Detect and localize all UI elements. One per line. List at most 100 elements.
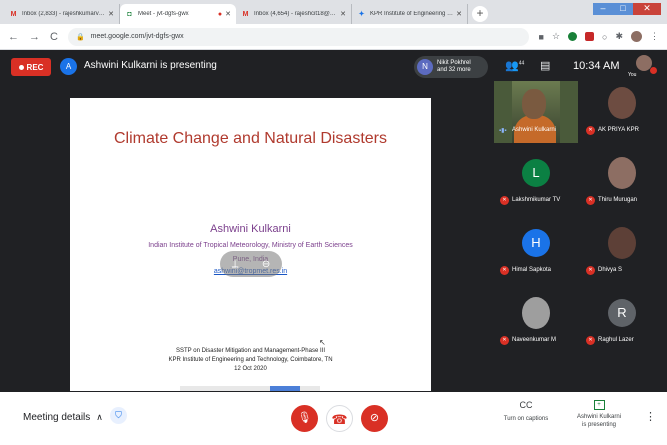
browser-tab-kpr[interactable]: ✦ KPR Institute of Engineering and ✕ [352,4,468,24]
extension-o-icon[interactable]: ○ [602,32,607,42]
participant-name: Thiru Murugan [598,197,638,203]
tab-title: KPR Institute of Engineering and [370,11,454,17]
rec-label: REC [26,62,44,72]
participant-avatar: L [522,159,550,187]
people-button[interactable]: 👥44 [505,59,524,72]
participant-name: Naveenkumar M [512,337,557,343]
close-tab-icon[interactable]: ✕ [108,10,114,18]
meeting-details-button[interactable]: Meeting details ∧ [23,412,103,423]
present-screen-icon: + [593,400,605,410]
mouse-cursor-icon: ↖ [319,338,326,347]
event-line1: SSTP on Disaster Mitigation and Manageme… [176,348,325,354]
more-options-icon[interactable]: ⋮ [645,410,656,423]
address-bar[interactable]: 🔒 meet.google.com/jvt-dgfs-gwx [67,27,529,46]
participant-photo [608,227,636,259]
puzzle-icon[interactable]: ✱ [615,31,623,42]
browser-tab-meet[interactable]: ◘ Meet - jvt-dgfs-gwx ● ✕ [120,4,236,24]
event-date: 12 Oct 2020 [234,366,267,372]
self-label: You [628,72,637,78]
participant-tile[interactable]: H ✕ Himal Sapkota [494,221,578,283]
mic-off-icon: ✕ [586,196,595,205]
meet-stage: REC A Ashwini Kulkarni is presenting N N… [0,51,667,392]
minimize-presentation-icon[interactable]: ⊖ [262,259,270,270]
event-line2: KPR Institute of Engineering and Technol… [168,357,333,363]
minimize-button[interactable]: – [593,3,613,15]
browser-tab-gmail-1[interactable]: M Inbox (2,833) - rajeshkumarv@k ✕ [4,4,120,24]
people-icon: 👥 [505,60,519,72]
captions-button[interactable]: CC Turn on captions [495,400,557,422]
extension-red-icon[interactable] [585,32,595,41]
close-tab-icon[interactable]: ✕ [340,10,346,18]
participant-tile[interactable]: ✕ AK PRIYA KPR [580,81,664,143]
close-tab-icon[interactable]: ✕ [225,10,231,18]
maximize-button[interactable]: □ [613,3,633,15]
extension-green-icon[interactable] [568,32,578,41]
pill-line1: Nikit Pokhrel [437,60,471,66]
video-person-face [522,89,546,119]
slide-event-info: SSTP on Disaster Mitigation and Manageme… [70,347,431,374]
participant-tile[interactable]: ✕ Dhivya S [580,221,664,283]
chat-icon[interactable]: ▤ [540,59,550,72]
security-shield-icon[interactable]: ⛉ [110,407,127,424]
participant-photo [522,297,550,329]
browser-menu-icon[interactable]: ⋮ [650,31,659,42]
tab-title: Inbox (4,654) - rajeshcit18@gma [254,11,338,17]
participants-pill[interactable]: N Nikit Pokhrel and 32 more [414,56,488,78]
url-text: meet.google.com/jvt-dgfs-gwx [90,33,184,40]
browser-tab-gmail-2[interactable]: M Inbox (4,654) - rajeshcit18@gma ✕ [236,4,352,24]
mic-toggle-button[interactable]: 🎙 [291,405,318,432]
chevron-up-icon: ∧ [96,412,103,422]
presentation-slide: Climate Change and Natural Disasters Ash… [70,98,431,391]
participant-name: Raghul Lazer [598,337,634,343]
gmail-icon: M [10,10,17,18]
mic-off-icon: ✕ [586,266,595,275]
kpr-site-icon: ✦ [358,11,365,18]
participant-tile[interactable]: R ✕ Raghul Lazer [580,291,664,353]
camera-off-icon: ⊘ [369,412,380,424]
browser-toolbar: ← → C 🔒 meet.google.com/jvt-dgfs-gwx ■ ☆… [0,24,667,50]
star-icon[interactable]: ☆ [552,31,560,42]
lock-icon: 🔒 [75,33,85,41]
participant-avatar: R [608,299,636,327]
participant-tile[interactable]: ✕ Thiru Murugan [580,151,664,213]
speaking-indicator-icon: ▪▮▪ [499,128,507,134]
mic-off-icon: ✕ [586,126,595,135]
participant-name: Dhivya S [598,267,623,273]
captions-label: Turn on captions [503,416,549,422]
participant-tile[interactable]: L ✕ Lakshmikumar TV [494,151,578,213]
forward-icon[interactable]: → [29,31,40,43]
people-count: 44 [518,60,525,67]
new-tab-button[interactable]: + [472,6,488,22]
profile-avatar[interactable] [631,31,642,42]
self-view[interactable]: You [628,55,658,79]
participants-pill-text: Nikit Pokhrel and 32 more [437,60,471,74]
leave-call-button[interactable]: ☎ [326,405,353,432]
presentation-button[interactable]: + Ashwini Kulkarni is presenting [570,400,628,429]
close-window-button[interactable]: ✕ [633,3,661,15]
browser-tab-strip: M Inbox (2,833) - rajeshkumarv@k ✕ ◘ Mee… [0,0,667,24]
tab-title: Inbox (2,833) - rajeshkumarv@k [22,11,106,17]
presenting-line1: Ashwini Kulkarni [576,414,622,420]
pill-line2: and 32 more [437,67,471,73]
participant-tile[interactable]: ✕ Naveenkumar M [494,291,578,353]
mic-off-icon: ✕ [500,196,509,205]
reload-icon[interactable]: C [50,31,58,43]
recording-badge: REC [11,58,51,76]
back-icon[interactable]: ← [8,31,19,43]
camera-icon[interactable]: ■ [539,32,544,42]
participant-name: AK PRIYA KPR [598,127,639,133]
mic-off-icon: ✕ [500,266,509,275]
participant-photo [608,157,636,189]
slide-institute: Indian Institute of Tropical Meteorology… [148,242,353,249]
close-tab-icon[interactable]: ✕ [456,10,462,18]
pin-icon[interactable]: ⟂ [232,259,239,270]
meet-icon: ◘ [127,10,132,18]
participant-tile[interactable]: ▪▮▪ Ashwini Kulkarni [494,81,578,143]
participant-name: Himal Sapkota [512,267,552,273]
captions-icon: CC [519,400,533,410]
meeting-control-bar: Meeting details ∧ ⛉ 🎙 ☎ ⊘ CC Turn on capt… [0,392,667,445]
gmail-icon: M [242,10,249,18]
camera-toggle-button[interactable]: ⊘ [361,405,388,432]
tab-title: Meet - jvt-dgfs-gwx [138,11,189,17]
mic-off-icon: ✕ [586,336,595,345]
